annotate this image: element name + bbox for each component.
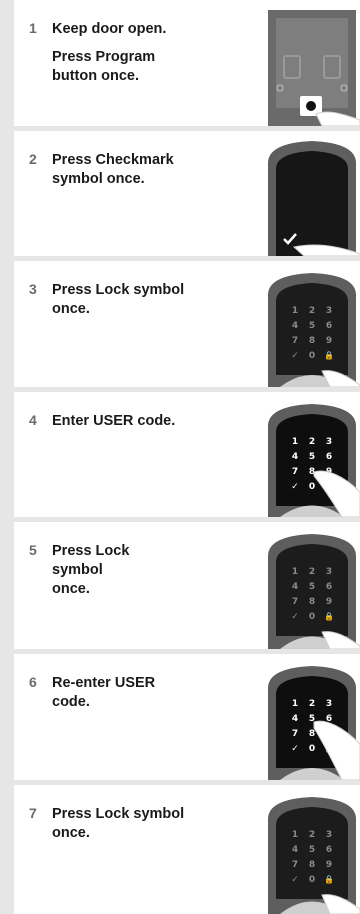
step-card-1: 1 Keep door open. Press Program button o… (14, 0, 360, 126)
keypad-key: 6 (326, 582, 332, 592)
step-card-4: 4 Enter USER code. 123456789✓0🔒 (14, 392, 360, 517)
step-card-2: 2 Press Checkmark symbol once. (14, 131, 360, 256)
keypad-key: 7 (292, 336, 298, 346)
keypad-key: 5 (309, 582, 315, 592)
keypad-key: 4 (292, 321, 298, 331)
keypad-key: 7 (292, 467, 298, 477)
keypad-key: 6 (326, 321, 332, 331)
keypad-enter-code-icon: 123456789✓0🔒 (264, 402, 360, 517)
step-card-7: 7 Press Lock symbol once. 1 2 3 4 5 6 7 8 9 ✓ 0 🔒 (14, 785, 360, 914)
keypad-enter-code-icon: 123456789✓0🔒 (264, 664, 360, 780)
keypad-key: 0 (309, 744, 315, 754)
keypad-key: 0 (309, 351, 315, 361)
keypad-key: 1 (292, 567, 298, 577)
keypad-key: 4 (292, 452, 298, 462)
keypad-key: 1 (292, 306, 298, 316)
step-number: 4 (29, 412, 37, 428)
step-number: 5 (29, 542, 37, 558)
keypad-key: 7 (292, 860, 298, 870)
keypad-key: 3 (326, 437, 332, 447)
keypad-key: 9 (326, 860, 332, 870)
keypad-key: 4 (292, 582, 298, 592)
keypad-key: ✓ (291, 612, 299, 622)
step-line: Press Checkmark symbol once. (52, 152, 174, 187)
keypad-key: 4 (292, 845, 298, 855)
keypad-key: 3 (326, 830, 332, 840)
keypad-key: ✓ (291, 482, 299, 492)
step-text: Keep door open. Press Program button onc… (52, 20, 200, 95)
step-number: 1 (29, 20, 37, 36)
keypad-key: 2 (309, 306, 315, 316)
keypad-key: 4 (292, 714, 298, 724)
keypad-key: 2 (309, 437, 315, 447)
step-line: Press Lock symbol once. (52, 282, 185, 317)
keypad-checkmark-icon (264, 139, 360, 256)
keypad-key: 8 (309, 860, 315, 870)
keypad-key: 3 (326, 306, 332, 316)
keypad-key: 5 (309, 321, 315, 331)
keypad-lock-icon: 1 2 3 4 5 6 7 8 9 ✓ 0 🔒 (264, 271, 360, 387)
keypad-key: 🔒 (324, 875, 334, 884)
lock-program-button-icon (264, 10, 360, 126)
keypad-key: 1 (292, 830, 298, 840)
step-number: 6 (29, 674, 37, 690)
keypad-key: ✓ (291, 744, 299, 754)
step-line: Enter USER code. (52, 413, 176, 429)
keypad-lock-icon: 1 2 3 4 5 6 7 8 9 ✓ 0 🔒 (264, 795, 360, 914)
keypad-key: 7 (292, 729, 298, 739)
keypad-lock-icon: 1 2 3 4 5 6 7 8 9 ✓ 0 🔒 (264, 532, 360, 649)
step-text: Press Lock symbol once. (52, 542, 142, 608)
step-number: 7 (29, 805, 37, 821)
step-text: Re-enter USER code. (52, 674, 162, 721)
keypad-key: 9 (326, 336, 332, 346)
step-number: 2 (29, 151, 37, 167)
keypad-key: 0 (309, 875, 315, 885)
keypad-key: 🔒 (324, 351, 334, 360)
step-line: Re-enter USER code. (52, 675, 156, 710)
step-line: Press Lock symbol once. (52, 543, 130, 597)
keypad-key: 8 (309, 729, 315, 739)
keypad-key: 3 (326, 699, 332, 709)
step-text: Enter USER code. (52, 412, 200, 440)
keypad-key: 7 (292, 597, 298, 607)
step-card-6: 6 Re-enter USER code. 123456789✓0🔒 (14, 654, 360, 780)
step-line: Press Lock symbol once. (52, 806, 185, 841)
keypad-key: 6 (326, 845, 332, 855)
step-card-5: 5 Press Lock symbol once. 1 2 3 4 5 6 7 8 9 ✓ 0 🔒 (14, 522, 360, 649)
keypad-key: 8 (309, 597, 315, 607)
keypad-key: 3 (326, 567, 332, 577)
keypad-key: 2 (309, 830, 315, 840)
keypad-key: 0 (309, 612, 315, 622)
keypad-key: 0 (309, 482, 315, 492)
step-card-3: 3 Press Lock symbol once. 1 2 3 4 5 6 7 8 9 ✓ 0 🔒 (14, 261, 360, 387)
step-line: Press Program button once. (52, 49, 156, 84)
keypad-key: 1 (292, 437, 298, 447)
keypad-key: 9 (326, 597, 332, 607)
keypad-key: 6 (326, 452, 332, 462)
step-line: Keep door open. (52, 21, 167, 37)
keypad-key: ✓ (291, 875, 299, 885)
keypad-key: 2 (309, 567, 315, 577)
keypad-key: 2 (309, 699, 315, 709)
step-text: Press Checkmark symbol once. (52, 151, 200, 198)
keypad-key: 8 (309, 336, 315, 346)
step-text: Press Lock symbol once. (52, 281, 200, 328)
keypad-key: 1 (292, 699, 298, 709)
instruction-list: 1 Keep door open. Press Program button o… (14, 0, 360, 914)
keypad-key: 🔒 (324, 612, 334, 621)
keypad-key: ✓ (291, 351, 299, 361)
keypad-key: 5 (309, 845, 315, 855)
step-number: 3 (29, 281, 37, 297)
keypad-key: 5 (309, 452, 315, 462)
step-text: Press Lock symbol once. (52, 805, 200, 852)
